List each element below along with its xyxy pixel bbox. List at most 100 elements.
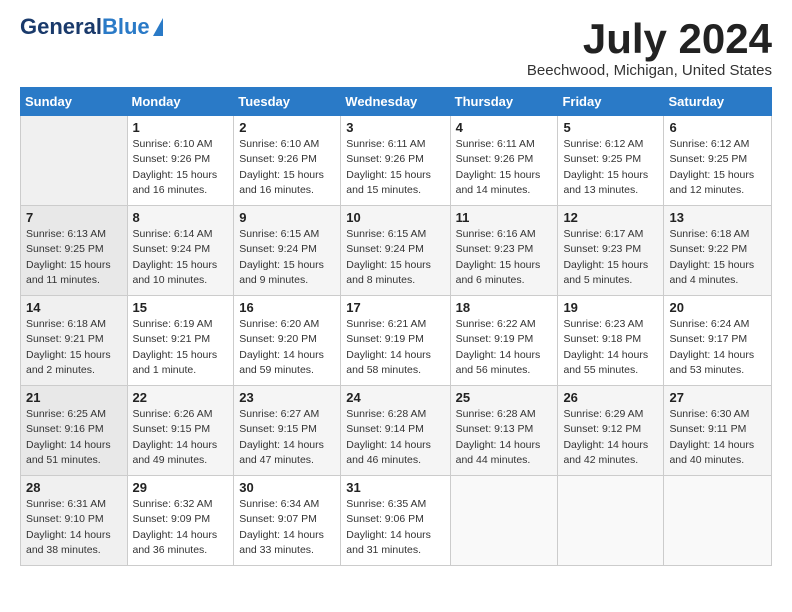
day-number: 14 [26,300,122,315]
week-row-1: 1 Sunrise: 6:10 AM Sunset: 9:26 PM Daylig… [21,116,772,206]
day-info: Sunrise: 6:21 AM Sunset: 9:19 PM Dayligh… [346,317,444,378]
day-cell [450,476,558,566]
logo: GeneralBlue [20,16,163,38]
day-info: Sunrise: 6:10 AM Sunset: 9:26 PM Dayligh… [133,137,229,198]
day-info: Sunrise: 6:30 AM Sunset: 9:11 PM Dayligh… [669,407,766,468]
day-cell: 24 Sunrise: 6:28 AM Sunset: 9:14 PM Dayli… [341,386,450,476]
day-number: 26 [563,390,658,405]
day-cell: 29 Sunrise: 6:32 AM Sunset: 9:09 PM Dayli… [127,476,234,566]
day-info: Sunrise: 6:24 AM Sunset: 9:17 PM Dayligh… [669,317,766,378]
day-cell: 12 Sunrise: 6:17 AM Sunset: 9:23 PM Dayli… [558,206,664,296]
day-info: Sunrise: 6:13 AM Sunset: 9:25 PM Dayligh… [26,227,122,288]
header-cell-wednesday: Wednesday [341,88,450,116]
page-header: GeneralBlue July 2024 Beechwood, Michiga… [20,16,772,79]
day-number: 1 [133,120,229,135]
header-cell-saturday: Saturday [664,88,772,116]
day-number: 12 [563,210,658,225]
day-cell: 3Sunrise: 6:11 AM Sunset: 9:26 PM Daylig… [341,116,450,206]
day-number: 5 [563,120,658,135]
header-cell-monday: Monday [127,88,234,116]
day-info: Sunrise: 6:16 AM Sunset: 9:23 PM Dayligh… [456,227,553,288]
week-row-2: 7Sunrise: 6:13 AM Sunset: 9:25 PM Daylig… [21,206,772,296]
day-info: Sunrise: 6:35 AM Sunset: 9:06 PM Dayligh… [346,497,444,558]
day-info: Sunrise: 6:11 AM Sunset: 9:26 PM Dayligh… [456,137,553,198]
day-number: 23 [239,390,335,405]
day-cell: 6 Sunrise: 6:12 AM Sunset: 9:25 PM Daylig… [664,116,772,206]
day-info: Sunrise: 6:25 AM Sunset: 9:16 PM Dayligh… [26,407,122,468]
day-number: 6 [669,120,766,135]
day-number: 8 [133,210,229,225]
day-number: 19 [563,300,658,315]
day-info: Sunrise: 6:22 AM Sunset: 9:19 PM Dayligh… [456,317,553,378]
day-info: Sunrise: 6:27 AM Sunset: 9:15 PM Dayligh… [239,407,335,468]
day-info: Sunrise: 6:20 AM Sunset: 9:20 PM Dayligh… [239,317,335,378]
day-number: 9 [239,210,335,225]
header-cell-sunday: Sunday [21,88,128,116]
day-cell: 19 Sunrise: 6:23 AM Sunset: 9:18 PM Dayli… [558,296,664,386]
day-number: 15 [133,300,229,315]
day-info: Sunrise: 6:10 AM Sunset: 9:26 PM Dayligh… [239,137,335,198]
day-cell: 26 Sunrise: 6:29 AM Sunset: 9:12 PM Dayli… [558,386,664,476]
day-info: Sunrise: 6:14 AM Sunset: 9:24 PM Dayligh… [133,227,229,288]
day-number: 31 [346,480,444,495]
location: Beechwood, Michigan, United States [527,62,772,79]
day-number: 29 [133,480,229,495]
day-info: Sunrise: 6:28 AM Sunset: 9:14 PM Dayligh… [346,407,444,468]
day-info: Sunrise: 6:15 AM Sunset: 9:24 PM Dayligh… [239,227,335,288]
day-number: 3 [346,120,444,135]
day-cell [21,116,128,206]
day-info: Sunrise: 6:34 AM Sunset: 9:07 PM Dayligh… [239,497,335,558]
day-cell: 16 Sunrise: 6:20 AM Sunset: 9:20 PM Dayli… [234,296,341,386]
day-cell: 23 Sunrise: 6:27 AM Sunset: 9:15 PM Dayli… [234,386,341,476]
day-cell: 9 Sunrise: 6:15 AM Sunset: 9:24 PM Daylig… [234,206,341,296]
day-cell: 13 Sunrise: 6:18 AM Sunset: 9:22 PM Dayli… [664,206,772,296]
day-info: Sunrise: 6:12 AM Sunset: 9:25 PM Dayligh… [563,137,658,198]
month-title: July 2024 [527,16,772,62]
logo-blue: Blue [102,16,150,38]
header-cell-tuesday: Tuesday [234,88,341,116]
day-info: Sunrise: 6:17 AM Sunset: 9:23 PM Dayligh… [563,227,658,288]
day-cell: 17 Sunrise: 6:21 AM Sunset: 9:19 PM Dayli… [341,296,450,386]
day-cell: 5 Sunrise: 6:12 AM Sunset: 9:25 PM Daylig… [558,116,664,206]
calendar-table: SundayMondayTuesdayWednesdayThursdayFrid… [20,87,772,566]
day-number: 17 [346,300,444,315]
day-info: Sunrise: 6:18 AM Sunset: 9:21 PM Dayligh… [26,317,122,378]
day-number: 25 [456,390,553,405]
title-section: July 2024 Beechwood, Michigan, United St… [527,16,772,79]
day-cell: 28Sunrise: 6:31 AM Sunset: 9:10 PM Dayli… [21,476,128,566]
day-cell: 25Sunrise: 6:28 AM Sunset: 9:13 PM Dayli… [450,386,558,476]
day-info: Sunrise: 6:29 AM Sunset: 9:12 PM Dayligh… [563,407,658,468]
week-row-3: 14 Sunrise: 6:18 AM Sunset: 9:21 PM Dayli… [21,296,772,386]
day-cell: 21 Sunrise: 6:25 AM Sunset: 9:16 PM Dayli… [21,386,128,476]
day-info: Sunrise: 6:18 AM Sunset: 9:22 PM Dayligh… [669,227,766,288]
day-number: 20 [669,300,766,315]
day-number: 21 [26,390,122,405]
logo-general: General [20,16,102,38]
day-cell: 15 Sunrise: 6:19 AM Sunset: 9:21 PM Dayli… [127,296,234,386]
day-number: 13 [669,210,766,225]
day-cell: 4 Sunrise: 6:11 AM Sunset: 9:26 PM Daylig… [450,116,558,206]
day-number: 24 [346,390,444,405]
day-number: 11 [456,210,553,225]
day-cell: 31 Sunrise: 6:35 AM Sunset: 9:06 PM Dayli… [341,476,450,566]
day-info: Sunrise: 6:23 AM Sunset: 9:18 PM Dayligh… [563,317,658,378]
day-info: Sunrise: 6:19 AM Sunset: 9:21 PM Dayligh… [133,317,229,378]
day-number: 28 [26,480,122,495]
day-cell: 1 Sunrise: 6:10 AM Sunset: 9:26 PM Daylig… [127,116,234,206]
day-cell: 18 Sunrise: 6:22 AM Sunset: 9:19 PM Dayli… [450,296,558,386]
day-info: Sunrise: 6:12 AM Sunset: 9:25 PM Dayligh… [669,137,766,198]
day-cell [664,476,772,566]
day-cell: 10Sunrise: 6:15 AM Sunset: 9:24 PM Dayli… [341,206,450,296]
day-number: 4 [456,120,553,135]
day-cell: 14 Sunrise: 6:18 AM Sunset: 9:21 PM Dayli… [21,296,128,386]
day-cell: 22Sunrise: 6:26 AM Sunset: 9:15 PM Dayli… [127,386,234,476]
day-info: Sunrise: 6:15 AM Sunset: 9:24 PM Dayligh… [346,227,444,288]
day-cell: 30Sunrise: 6:34 AM Sunset: 9:07 PM Dayli… [234,476,341,566]
day-cell [558,476,664,566]
day-cell: 8 Sunrise: 6:14 AM Sunset: 9:24 PM Daylig… [127,206,234,296]
day-number: 16 [239,300,335,315]
day-number: 18 [456,300,553,315]
logo-triangle-icon [153,18,163,36]
day-info: Sunrise: 6:32 AM Sunset: 9:09 PM Dayligh… [133,497,229,558]
day-number: 22 [133,390,229,405]
